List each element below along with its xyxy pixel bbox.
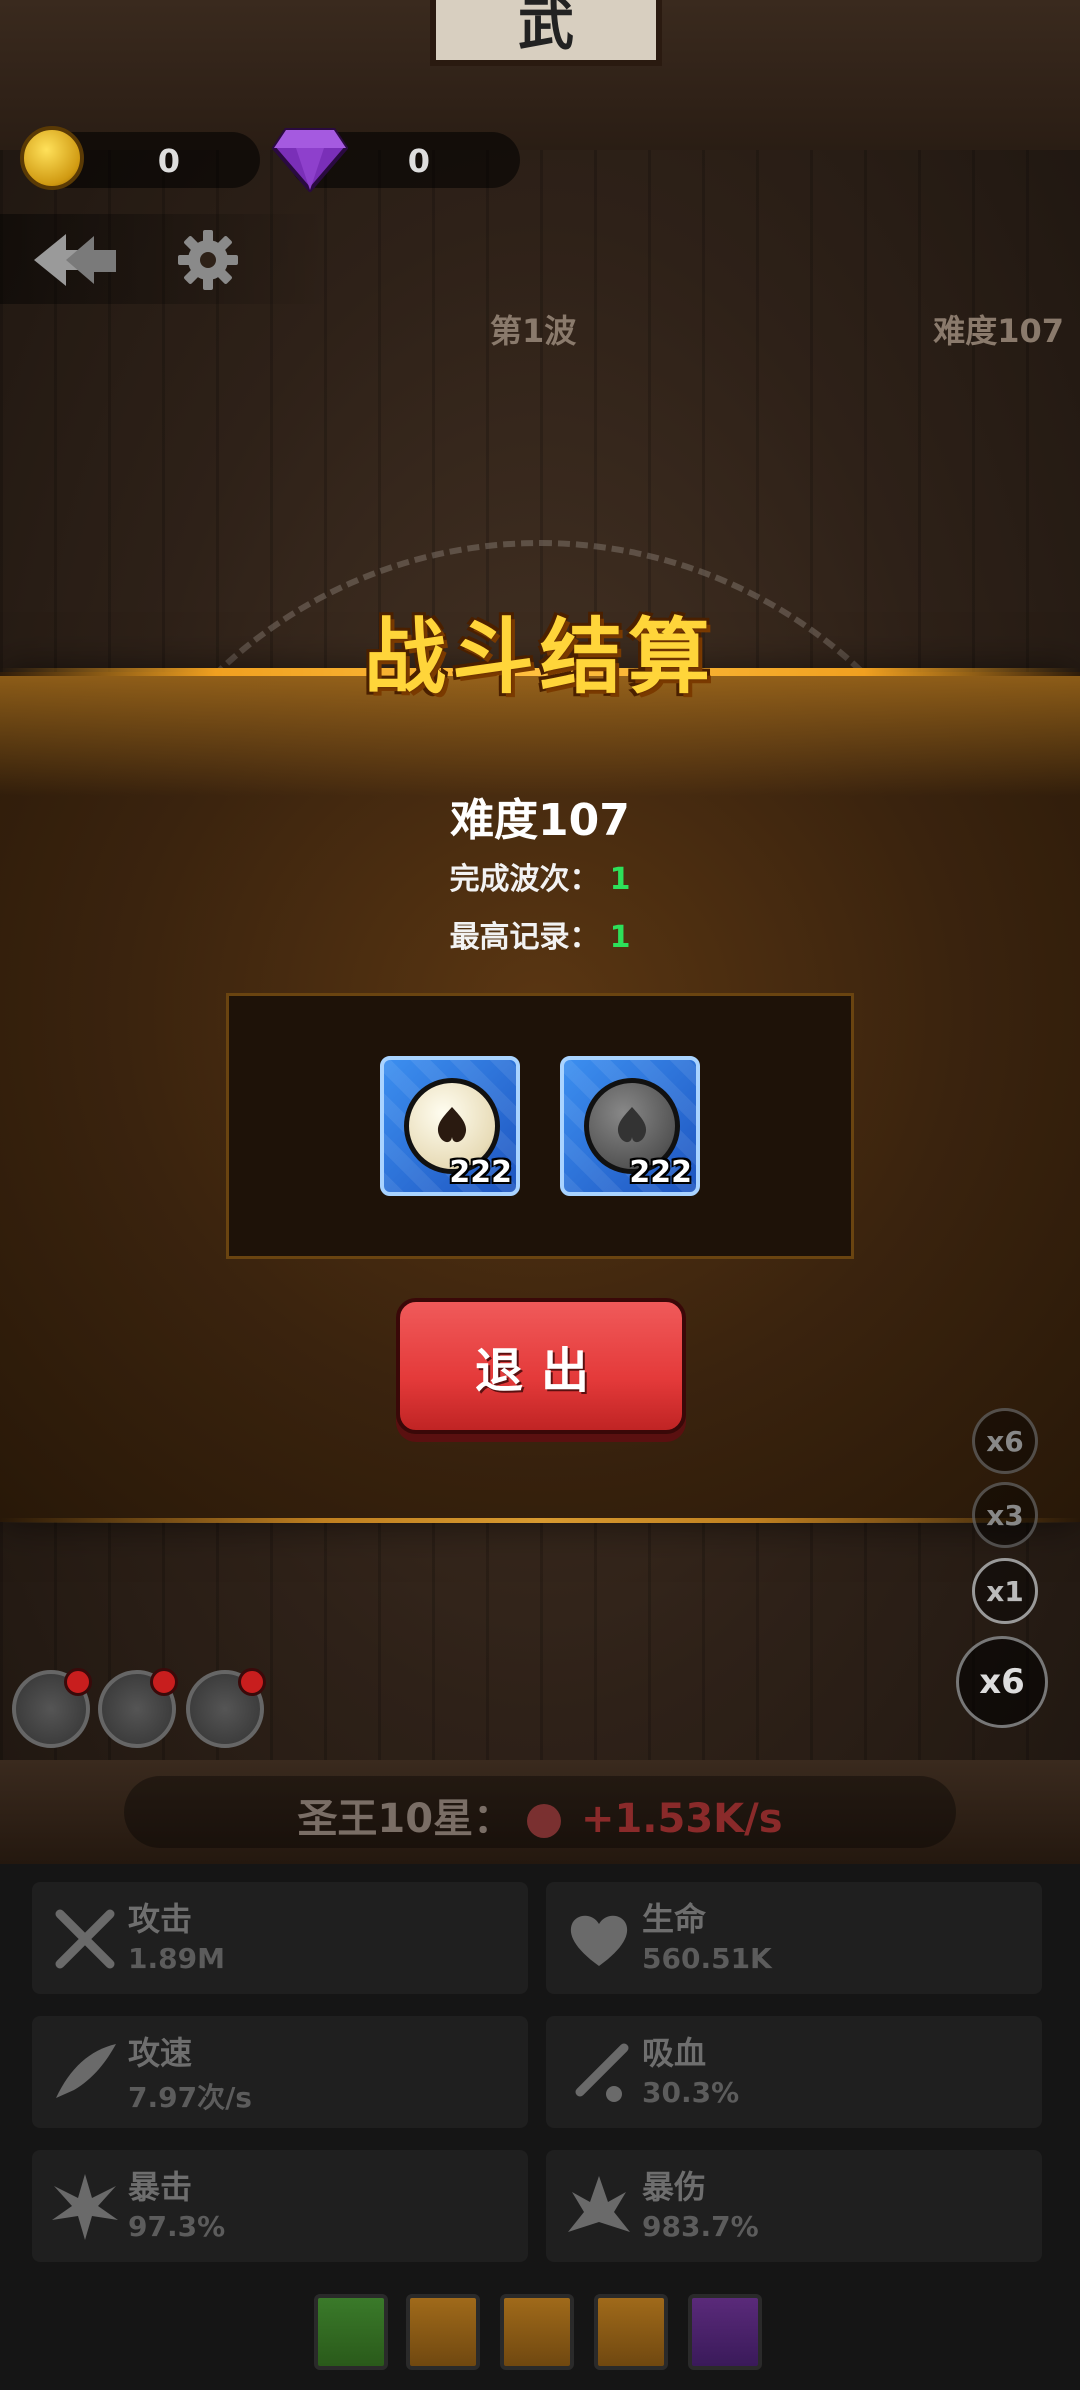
equipment-slot-5[interactable] [688,2294,762,2370]
stat-card-lifesteal: 吸血 30.3% [546,2016,1042,2128]
panel-bottom-border [0,1518,1080,1523]
waves-value: 1 [609,862,631,897]
stat-value: 30.3% [642,2076,740,2109]
result-difficulty: 难度107 [450,795,630,846]
exit-button[interactable]: 退出 [396,1298,686,1434]
skill-button-2[interactable] [98,1668,178,1748]
stat-name: 暴伤 [642,2168,707,2206]
reward-count: 222 [629,1155,692,1190]
result-title: 战斗结算 [363,610,716,705]
stat-value: 97.3% [128,2210,226,2243]
stat-value: 7.97次/s [128,2081,252,2114]
reward-item-light-orb[interactable]: 222 [380,1056,520,1196]
waves-completed: 完成波次： 1 [0,854,1080,898]
equipment-slot-3[interactable] [500,2294,574,2370]
stat-value: 560.51K [642,1942,772,1975]
gem-count: 0 [407,142,430,180]
lollipop-icon [527,1804,562,1838]
equipment-slot-2[interactable] [406,2294,480,2370]
stat-name: 攻击 [128,1900,193,1938]
blood-sword-icon [575,2043,629,2102]
skill-button-3[interactable] [186,1668,266,1748]
waves-label: 完成波次： [449,862,600,897]
dojo-sign: 武 [430,0,662,66]
reward-box [226,993,854,1259]
stat-card-crit-damage: 暴伤 983.7% [546,2150,1042,2262]
stat-name: 攻速 [128,2034,193,2072]
best-record: 最高记录： 1 [0,912,1080,956]
rank-label: 圣王10星： [297,1796,514,1842]
notification-dot [150,1668,178,1696]
stat-name: 吸血 [642,2034,707,2072]
gem-icon [272,128,348,192]
speed-x1-option[interactable]: x1 [972,1558,1038,1624]
stat-name: 生命 [642,1900,707,1938]
gear-icon[interactable] [176,228,240,292]
heart-icon [570,1915,628,1966]
coin-count: 0 [157,142,180,180]
stat-card-health: 生命 560.51K [546,1882,1042,1994]
skill-button-1[interactable] [12,1668,92,1748]
stat-name: 暴击 [128,2168,193,2206]
stat-value: 983.7% [642,2210,759,2243]
notification-dot [238,1668,266,1696]
record-label: 最高记录： [449,920,600,955]
stat-card-attack: 攻击 1.89M [32,1882,528,1994]
speed-x6-option[interactable]: x6 [972,1408,1038,1474]
wave-label: 第1波 [490,312,577,350]
back-icon[interactable] [30,228,120,292]
speed-x3-option[interactable]: x3 [972,1482,1038,1548]
speed-toggle-button[interactable]: x6 [956,1636,1048,1728]
record-value: 1 [609,920,631,955]
rank-rate: +1.53K/s [580,1796,783,1842]
coin-icon [20,126,84,190]
crossed-swords-icon [55,1909,115,1969]
stat-value: 1.89M [128,1942,225,1975]
stat-card-crit: 暴击 97.3% [32,2150,528,2262]
equipment-slot-1[interactable] [314,2294,388,2370]
difficulty-label-top: 难度107 [933,312,1064,350]
crit-burst-icon [52,2174,118,2240]
rank-income: 圣王10星： +1.53K/s [0,1786,1080,1844]
crit-damage-icon [568,2176,630,2232]
reward-count: 222 [449,1155,512,1190]
notification-dot [64,1668,92,1696]
reward-item-dark-orb[interactable]: 222 [560,1056,700,1196]
equipment-slot-4[interactable] [594,2294,668,2370]
stat-card-attack-speed: 攻速 7.97次/s [32,2016,528,2128]
wing-icon [56,2044,116,2098]
